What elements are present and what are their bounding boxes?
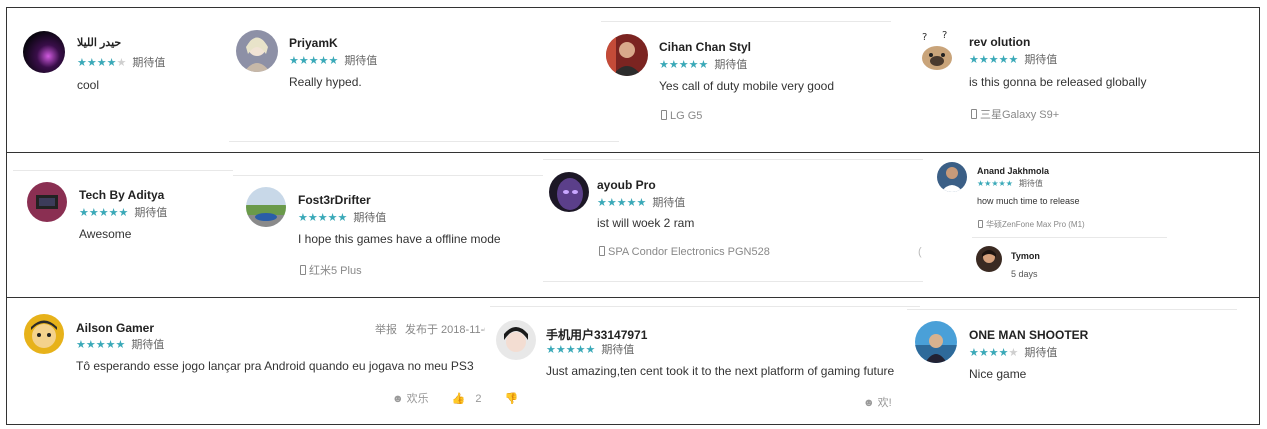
avatar[interactable] bbox=[915, 321, 957, 363]
star-rating: ★★★★★ 期待值 bbox=[79, 207, 168, 219]
star-rating: ★★★★★ 期待值 bbox=[76, 339, 165, 351]
device-info: SPA Condor Electronics PGN528 bbox=[599, 246, 770, 258]
review-strip-1: حيدر الليلا ★★★★★ 期待值 cool PriyamK ★★★★★ 期… bbox=[6, 7, 1260, 153]
reviewer-name[interactable]: rev olution bbox=[969, 35, 1030, 49]
like-button[interactable]: 👍 2 bbox=[452, 393, 492, 405]
star-rating: ★★★★★ 期待值 bbox=[969, 54, 1058, 66]
review-text: Yes call of duty mobile very good bbox=[659, 79, 834, 93]
review-text: Nice game bbox=[969, 367, 1027, 381]
review-text: cool bbox=[77, 78, 100, 92]
reviewer-name[interactable]: Tech By Aditya bbox=[79, 188, 164, 202]
reviewer-name[interactable]: ONE MAN SHOOTER bbox=[969, 328, 1088, 342]
review-text: I hope this games have a offline mode bbox=[298, 232, 501, 246]
review-text: how much time to release bbox=[977, 196, 1080, 206]
review-strip-3: Ailson Gamer ★★★★★ 期待值 举报 发布于 2018-11-0 T… bbox=[6, 297, 1260, 425]
phone-icon bbox=[661, 110, 667, 120]
star-rating: ★★★★★ 期待值 bbox=[969, 347, 1058, 359]
post-date: 发布于 2018-11-0 bbox=[405, 324, 485, 336]
reply-time: 5 days bbox=[1011, 269, 1038, 279]
reviewer-name[interactable]: Cihan Chan Styl bbox=[659, 40, 751, 54]
star-rating: ★★★★★ 期待值 bbox=[659, 59, 748, 71]
svg-text:?: ? bbox=[942, 30, 947, 41]
reviewer-name[interactable]: PriyamK bbox=[289, 36, 338, 50]
star-rating: ★★★★★ 期待值 bbox=[546, 344, 635, 356]
svg-text:?: ? bbox=[922, 32, 927, 43]
avatar[interactable] bbox=[606, 34, 648, 76]
thumbs-down-icon: 👎 bbox=[504, 393, 519, 405]
avatar[interactable]: ?? bbox=[916, 30, 958, 72]
review-text: is this gonna be released globally bbox=[969, 75, 1147, 89]
reviewer-name[interactable]: ayoub Pro bbox=[597, 178, 656, 192]
review-strip-2: Tech By Aditya ★★★★★ 期待值 Awesome Fost3rDr… bbox=[6, 152, 1260, 298]
star-rating: ★★★★★ 期待值 bbox=[977, 179, 1043, 188]
dislike-button[interactable]: 👎 bbox=[505, 393, 529, 405]
review-text: ist will woek 2 ram bbox=[597, 216, 695, 230]
star-rating: ★★★★★ 期待值 bbox=[597, 197, 686, 209]
fun-button[interactable]: ☻ 欢! bbox=[863, 397, 902, 409]
phone-icon bbox=[978, 220, 983, 228]
truncated-marker: ( bbox=[918, 246, 922, 258]
review-text: Awesome bbox=[79, 227, 132, 241]
phone-icon bbox=[971, 109, 977, 119]
reviewer-name[interactable]: حيدر الليلا bbox=[77, 36, 121, 49]
device-info: 三星Galaxy S9+ bbox=[971, 106, 1059, 122]
avatar[interactable] bbox=[937, 162, 967, 192]
device-info: LG G5 bbox=[661, 110, 702, 122]
star-rating: ★★★★★ 期待值 bbox=[289, 55, 378, 67]
avatar[interactable] bbox=[236, 30, 278, 72]
fun-button[interactable]: ☻ 欢乐 bbox=[392, 393, 439, 405]
reviewer-name[interactable]: Fost3rDrifter bbox=[298, 193, 371, 207]
avatar[interactable] bbox=[27, 182, 67, 222]
phone-icon bbox=[300, 265, 306, 275]
phone-icon bbox=[599, 246, 605, 256]
avatar[interactable] bbox=[549, 172, 589, 212]
report-link[interactable]: 举报 bbox=[375, 321, 397, 337]
reply-name[interactable]: Tymon bbox=[1011, 251, 1040, 261]
star-rating: ★★★★★ 期待值 bbox=[77, 57, 166, 69]
review-text: Really hyped. bbox=[289, 75, 362, 89]
reviewer-name[interactable]: Anand Jakhmola bbox=[977, 166, 1049, 176]
star-rating: ★★★★★ 期待值 bbox=[298, 212, 387, 224]
reply-avatar[interactable] bbox=[976, 246, 1002, 272]
review-actions: ☻ 欢乐 👍 2 👎 bbox=[392, 390, 538, 406]
device-info: 华硕ZenFone Max Pro (M1) bbox=[978, 219, 1085, 230]
avatar[interactable] bbox=[496, 320, 536, 360]
thumbs-up-icon: 👍 bbox=[451, 393, 466, 405]
review-actions: ☻ 欢! bbox=[863, 394, 912, 410]
avatar[interactable] bbox=[246, 187, 286, 227]
review-text: Just amazing,ten cent took it to the nex… bbox=[546, 364, 895, 378]
review-text: Tô esperando esse jogo lançar pra Androi… bbox=[76, 359, 474, 373]
device-info: 红米5 Plus bbox=[300, 262, 362, 278]
avatar[interactable] bbox=[23, 31, 65, 73]
reviewer-name[interactable]: Ailson Gamer bbox=[76, 321, 154, 335]
avatar[interactable] bbox=[24, 314, 64, 354]
